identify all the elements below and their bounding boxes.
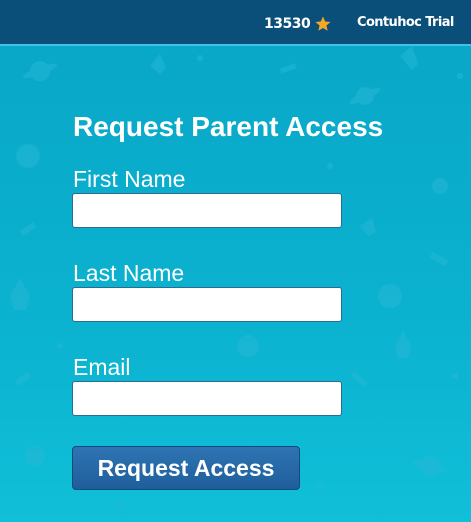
points-value: 13530 [264, 16, 311, 32]
request-access-button[interactable]: Request Access [72, 446, 300, 490]
first-name-label: First Name [73, 166, 186, 192]
email-input[interactable] [72, 381, 342, 416]
account-menu[interactable]: Contuhoc Trial [357, 15, 454, 30]
first-name-input[interactable] [72, 193, 342, 228]
top-bar: 13530 Contuhoc Trial [0, 0, 471, 46]
points-counter: 13530 [264, 14, 332, 34]
star-icon [314, 15, 332, 33]
email-label: Email [73, 354, 131, 380]
page-title: Request Parent Access [73, 111, 384, 142]
last-name-label: Last Name [73, 260, 185, 286]
last-name-input[interactable] [72, 287, 342, 322]
